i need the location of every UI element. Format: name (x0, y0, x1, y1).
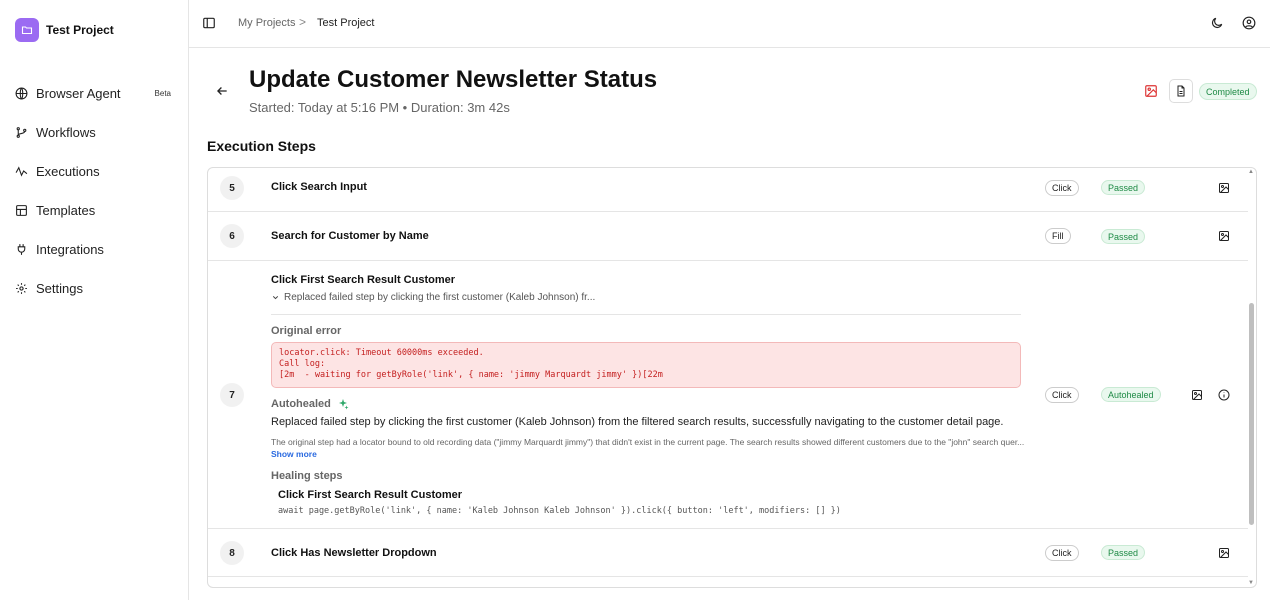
gear-icon (15, 282, 28, 295)
moon-icon[interactable] (1210, 16, 1224, 30)
execution-steps-list: 5 Click Search Input Click Passed 6 Sear… (207, 167, 1257, 588)
execution-status-badge: Completed (1199, 83, 1257, 100)
project-switcher[interactable]: Test Project (15, 18, 114, 42)
status-badge: Passed (1101, 545, 1145, 560)
step-row[interactable]: 5 Click Search Input Click Passed (208, 168, 1248, 212)
document-icon (1175, 85, 1187, 97)
status-badge: Passed (1101, 180, 1145, 195)
step-number: 7 (220, 383, 244, 407)
action-pill: Fill (1045, 228, 1071, 244)
sidebar-item-label: Executions (36, 164, 100, 179)
scrollbar-thumb[interactable] (1249, 303, 1254, 525)
sidebar-toggle-icon[interactable] (202, 16, 216, 30)
template-icon (15, 204, 28, 217)
step-title: Click First Search Result Customer (271, 274, 455, 286)
sidebar-item-label: Integrations (36, 242, 104, 257)
status-badge: Autohealed (1101, 387, 1161, 402)
sidebar-item-integrations[interactable]: Integrations (15, 230, 175, 269)
screenshot-icon[interactable] (1191, 389, 1203, 401)
step-number: 8 (220, 541, 244, 565)
execution-meta: Started: Today at 5:16 PM • Duration: 3m… (249, 100, 510, 115)
sidebar: Test Project Browser Agent Beta Workflow… (0, 0, 189, 600)
healing-step-code: await page.getByRole('link', { name: 'Ka… (278, 506, 841, 516)
breadcrumb-current: Test Project (317, 17, 374, 29)
action-pill: Click (1045, 387, 1079, 403)
sparkle-icon (337, 398, 349, 410)
sidebar-item-label: Workflows (36, 125, 96, 140)
chevron-down-icon (271, 293, 280, 302)
beta-badge: Beta (155, 89, 171, 98)
healing-step-title: Click First Search Result Customer (278, 489, 462, 501)
healing-steps-label: Healing steps (271, 470, 343, 482)
sidebar-item-workflows[interactable]: Workflows (15, 113, 175, 152)
breadcrumb-my-projects[interactable]: My Projects (238, 17, 295, 29)
screenshot-icon[interactable] (1218, 547, 1230, 559)
screenshot-icon[interactable] (1218, 182, 1230, 194)
step-title: Search for Customer by Name (271, 230, 429, 242)
project-name: Test Project (46, 23, 114, 37)
section-title: Execution Steps (207, 138, 316, 154)
sidebar-item-templates[interactable]: Templates (15, 191, 175, 230)
page-title: Update Customer Newsletter Status (249, 66, 657, 94)
action-pill: Click (1045, 180, 1079, 196)
step-row[interactable]: 6 Search for Customer by Name Fill Passe… (208, 212, 1248, 261)
status-badge: Passed (1101, 229, 1145, 244)
sidebar-item-label: Settings (36, 281, 83, 296)
sidebar-item-label: Templates (36, 203, 95, 218)
scroll-up-arrow[interactable]: ▲ (1248, 169, 1254, 175)
step-summary-toggle[interactable]: Replaced failed step by clicking the fir… (271, 292, 595, 303)
report-button[interactable] (1169, 79, 1193, 103)
workflow-icon (15, 126, 28, 139)
image-error-icon[interactable] (1144, 84, 1158, 98)
back-arrow-icon[interactable] (215, 84, 229, 98)
user-avatar-icon[interactable] (1242, 16, 1256, 30)
sidebar-item-label: Browser Agent (36, 86, 121, 101)
step-title: Click Search Input (271, 181, 367, 193)
error-log: locator.click: Timeout 60000ms exceeded.… (271, 342, 1021, 388)
sidebar-nav: Browser Agent Beta Workflows Executions … (15, 74, 175, 308)
action-pill: Click (1045, 545, 1079, 561)
step-row[interactable]: 8 Click Has Newsletter Dropdown Click Pa… (208, 529, 1248, 577)
step-number: 5 (220, 176, 244, 200)
step-number: 6 (220, 224, 244, 248)
heal-description: Replaced failed step by clicking the fir… (271, 416, 1003, 428)
show-more-link[interactable]: Show more (271, 449, 317, 459)
heal-detail: The original step had a locator bound to… (271, 436, 1031, 460)
topbar: My Projects > Test Project (189, 0, 1270, 48)
globe-icon (15, 87, 28, 100)
sidebar-item-browser-agent[interactable]: Browser Agent Beta (15, 74, 175, 113)
step-summary: Replaced failed step by clicking the fir… (284, 292, 595, 303)
divider (271, 314, 1021, 315)
step-row-expanded[interactable]: 7 Click First Search Result Customer Rep… (208, 261, 1248, 529)
breadcrumb-separator: > (299, 15, 306, 29)
step-title: Click Has Newsletter Dropdown (271, 547, 437, 559)
sidebar-item-settings[interactable]: Settings (15, 269, 175, 308)
screenshot-icon[interactable] (1218, 230, 1230, 242)
autohealed-text: Autohealed (271, 398, 331, 410)
activity-icon (15, 165, 28, 178)
scroll-down-arrow[interactable]: ▼ (1248, 580, 1254, 586)
heal-detail-text: The original step had a locator bound to… (271, 437, 1024, 447)
sidebar-item-executions[interactable]: Executions (15, 152, 175, 191)
autohealed-label: Autohealed (271, 398, 349, 410)
folder-icon (15, 18, 39, 42)
original-error-label: Original error (271, 325, 341, 337)
plug-icon (15, 243, 28, 256)
info-icon[interactable] (1218, 389, 1230, 401)
